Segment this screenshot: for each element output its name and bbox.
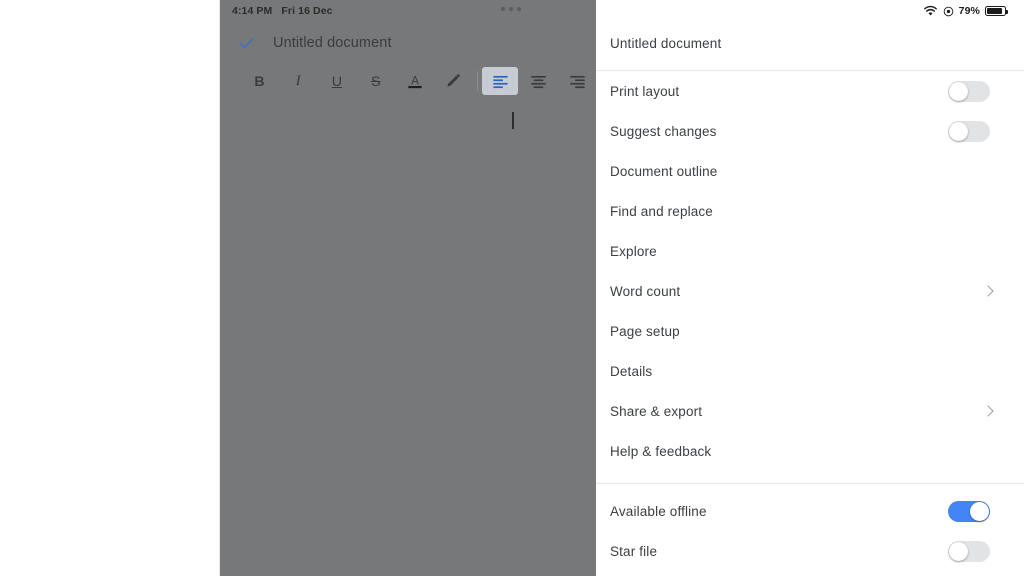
align-right-button[interactable] [559, 67, 596, 95]
menu-item-document-outline[interactable]: Document outline [596, 151, 1024, 191]
menu-item-label: Suggest changes [610, 123, 717, 139]
pencil-icon [447, 74, 461, 87]
app-screen: 4:14 PM Fri 16 Dec Untitled document B I… [0, 0, 1024, 576]
underline-button[interactable]: U [319, 67, 356, 95]
document-status-bar: 4:14 PM Fri 16 Dec [220, 0, 596, 21]
menu-item-explore[interactable]: Explore [596, 231, 1024, 271]
menu-item-help-and-feedback[interactable]: Help & feedback [596, 431, 1024, 471]
suggest-changes-toggle[interactable] [948, 120, 990, 142]
menu-item-label: Help & feedback [610, 443, 712, 459]
menu-item-share-and-export[interactable]: Share & export [596, 391, 1024, 431]
menu-item-label: Star file [610, 543, 658, 559]
menu-item-print-layout[interactable]: Print layout [596, 71, 1024, 111]
strikethrough-button[interactable]: S [357, 67, 394, 95]
align-center-icon [531, 75, 546, 88]
align-center-button[interactable] [520, 67, 557, 95]
menu-status-bar: 79% [923, 0, 1024, 22]
menu-item-available-offline[interactable]: Available offline [596, 491, 1024, 531]
menu-item-label: Find and replace [610, 203, 713, 219]
status-time: 4:14 PM [232, 4, 273, 17]
menu-item-word-count[interactable]: Word count [596, 271, 1024, 311]
bold-icon: B [254, 73, 265, 89]
location-icon [943, 6, 953, 16]
status-date: Fri 16 Dec [281, 4, 333, 17]
formatting-toolbar: B I U S A [220, 64, 596, 98]
more-horizontal-icon[interactable] [501, 7, 521, 11]
star-file-toggle[interactable] [948, 540, 990, 562]
checkmark-icon[interactable] [238, 35, 255, 52]
text-color-icon: A [407, 74, 422, 89]
menu-item-suggest-changes[interactable]: Suggest changes [596, 111, 1024, 151]
menu-group-divider [596, 483, 1024, 484]
italic-icon: I [295, 72, 301, 89]
menu-items-list: Print layout Suggest changes Document ou… [596, 71, 1024, 471]
toolbar-divider [476, 71, 478, 91]
chevron-right-icon [982, 405, 994, 417]
svg-text:A: A [411, 74, 419, 87]
underline-icon: U [331, 73, 343, 89]
menu-item-label: Available offline [610, 503, 707, 519]
menu-item-label: Explore [610, 243, 657, 259]
available-offline-toggle[interactable] [948, 500, 990, 522]
menu-item-label: Share & export [610, 403, 703, 419]
chevron-right-icon [982, 285, 994, 297]
menu-item-label: Word count [610, 283, 681, 299]
menu-item-page-setup[interactable]: Page setup [596, 311, 1024, 351]
menu-secondary-list: Available offline Star file [596, 491, 1024, 571]
align-left-icon [492, 75, 508, 88]
battery-icon [985, 6, 1009, 16]
battery-percent-label: 79% [958, 5, 980, 17]
menu-item-star-file[interactable]: Star file [596, 531, 1024, 571]
highlight-color-button[interactable] [435, 67, 472, 95]
align-right-icon [570, 75, 585, 88]
bold-button[interactable]: B [241, 67, 278, 95]
menu-item-label: Print layout [610, 83, 680, 99]
menu-document-title: Untitled document [610, 36, 722, 51]
align-left-button[interactable] [481, 67, 519, 95]
document-title-row: Untitled document [220, 28, 596, 58]
italic-button[interactable]: I [280, 67, 317, 95]
menu-item-label: Page setup [610, 323, 680, 339]
menu-item-find-and-replace[interactable]: Find and replace [596, 191, 1024, 231]
print-layout-toggle[interactable] [948, 80, 990, 102]
text-cursor [512, 112, 514, 129]
text-color-button[interactable]: A [396, 67, 433, 95]
menu-item-label: Document outline [610, 163, 718, 179]
wifi-icon [923, 5, 937, 16]
strikethrough-icon: S [371, 73, 381, 89]
options-menu-panel: 79% Untitled document Print layout Sugge… [596, 0, 1024, 576]
left-gutter [0, 0, 220, 576]
document-pane[interactable]: 4:14 PM Fri 16 Dec Untitled document B I… [220, 0, 596, 576]
menu-item-details[interactable]: Details [596, 351, 1024, 391]
document-title[interactable]: Untitled document [273, 35, 392, 51]
menu-item-label: Details [610, 363, 653, 379]
